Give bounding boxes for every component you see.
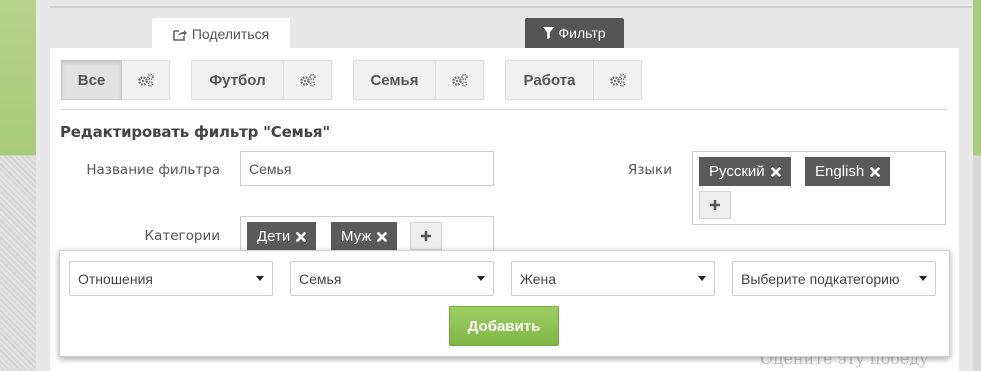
filter-family-button[interactable]: Семья bbox=[353, 60, 436, 100]
add-category-button[interactable] bbox=[410, 222, 442, 250]
filter-all-settings-button[interactable] bbox=[122, 60, 170, 100]
category-select-2[interactable]: Семья bbox=[290, 261, 494, 296]
share-tab-label: Поделиться bbox=[191, 26, 270, 42]
category-tag-children: Дети bbox=[247, 222, 317, 251]
filter-group-all: Все bbox=[61, 60, 170, 100]
add-language-button[interactable] bbox=[699, 191, 731, 219]
languages-label: Языки bbox=[627, 162, 672, 178]
left-background-strip bbox=[0, 0, 36, 371]
select-value: Жена bbox=[520, 270, 557, 287]
language-tag-english: English bbox=[805, 157, 891, 186]
gears-icon bbox=[609, 73, 626, 87]
categories-label: Категории bbox=[144, 228, 221, 244]
filter-group-family: Семья bbox=[353, 60, 484, 100]
filter-football-button[interactable]: Футбол bbox=[191, 60, 284, 100]
share-icon bbox=[173, 29, 187, 41]
gears-icon bbox=[299, 73, 316, 87]
filter-all-button[interactable]: Все bbox=[61, 60, 122, 100]
select-value: Семья bbox=[299, 270, 342, 287]
chevron-down-icon bbox=[698, 276, 706, 281]
category-select-1[interactable]: Отношения bbox=[69, 261, 273, 296]
filter-work-settings-button[interactable] bbox=[594, 60, 642, 100]
filter-group-work: Работа bbox=[505, 60, 642, 100]
close-icon[interactable] bbox=[296, 231, 307, 242]
category-tag-label: Дети bbox=[257, 228, 291, 245]
category-select-3[interactable]: Жена bbox=[511, 261, 715, 296]
chevron-down-icon bbox=[477, 276, 485, 281]
filter-name-label: Название фильтра bbox=[86, 162, 220, 178]
close-icon[interactable] bbox=[870, 166, 881, 177]
filter-football-settings-button[interactable] bbox=[284, 60, 332, 100]
top-divider bbox=[50, 6, 972, 8]
filter-group-football: Футбол bbox=[191, 60, 332, 100]
gears-icon bbox=[451, 73, 468, 87]
plus-icon bbox=[421, 231, 431, 241]
right-background-strip bbox=[973, 0, 981, 371]
add-category-submit-button[interactable]: Добавить bbox=[449, 306, 559, 346]
category-tag-husband: Муж bbox=[331, 222, 398, 251]
chevron-down-icon bbox=[919, 276, 927, 281]
filter-family-settings-button[interactable] bbox=[436, 60, 484, 100]
share-tab[interactable]: Поделиться bbox=[152, 18, 290, 50]
filter-tab-label: Фильтр bbox=[558, 25, 606, 41]
language-tag-russian: Русский bbox=[699, 157, 791, 186]
plus-icon bbox=[710, 200, 720, 210]
gears-icon bbox=[137, 73, 154, 87]
filter-tab[interactable]: Фильтр bbox=[525, 18, 624, 48]
filter-work-button[interactable]: Работа bbox=[505, 60, 594, 100]
filter-name-input[interactable]: Семья bbox=[240, 151, 494, 186]
subcategory-select[interactable]: Выберите подкатегорию bbox=[732, 261, 936, 296]
category-tag-label: Муж bbox=[341, 228, 372, 245]
chevron-down-icon bbox=[256, 276, 264, 281]
filter-icon bbox=[543, 27, 555, 39]
select-value: Отношения bbox=[78, 270, 153, 287]
section-divider bbox=[60, 109, 947, 110]
language-tag-label: Русский bbox=[709, 163, 765, 180]
edit-filter-title: Редактировать фильтр "Семья" bbox=[60, 123, 330, 141]
close-icon[interactable] bbox=[377, 231, 388, 242]
language-tag-label: English bbox=[815, 163, 865, 180]
select-value: Выберите подкатегорию bbox=[741, 270, 900, 287]
close-icon[interactable] bbox=[770, 166, 781, 177]
